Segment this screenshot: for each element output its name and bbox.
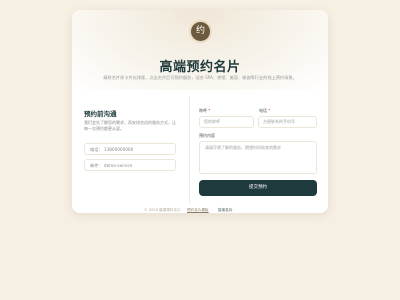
name-label: 称呼 * bbox=[199, 108, 210, 114]
email-info[interactable]: 邮件： demo-service bbox=[84, 159, 176, 171]
email-info-value: demo-service bbox=[103, 163, 133, 168]
name-label-text: 称呼 bbox=[199, 108, 207, 113]
phone-info[interactable]: 电话： 13800000000 bbox=[84, 143, 176, 155]
footer-template-link[interactable]: 预约名片模板 bbox=[187, 208, 209, 213]
contact-description: 我们会先了解您的需求，再安排合适的服务方式，让每一次预约都更从容。 bbox=[84, 120, 176, 131]
contact-title: 预约前沟通 bbox=[84, 110, 117, 118]
message-label: 预约内容 bbox=[199, 133, 215, 138]
submit-button[interactable]: 提交预约 bbox=[199, 180, 317, 196]
phone-label-text: 电话 bbox=[259, 108, 267, 113]
name-required-mark: * bbox=[208, 108, 211, 113]
email-info-label: 邮件 bbox=[90, 163, 99, 168]
brand-logo: 约 bbox=[191, 22, 210, 41]
footer-tech-brand[interactable]: 智能名片 bbox=[218, 208, 232, 213]
phone-label: 电话 * bbox=[259, 108, 270, 114]
phone-input[interactable]: 方便联系的手机号 bbox=[258, 116, 317, 128]
page-title: 高端预约名片 bbox=[159, 60, 241, 75]
page-subtitle: 精致名片样卡片化排版，点击名片后可预约服务，适合 SPA、茶馆、美容、瑜伽等行业… bbox=[103, 75, 297, 80]
booking-card: 约 高端预约名片 精致名片样卡片化排版，点击名片后可预约服务，适合 SPA、茶馆… bbox=[72, 10, 328, 213]
section-divider bbox=[189, 96, 190, 203]
message-textarea[interactable]: 请填写想了解的服务、期望时间和其他需求 bbox=[199, 141, 317, 174]
phone-info-value: 13800000000 bbox=[103, 147, 134, 152]
footer: © 2026 高端预约名片 预约名片模板 技术支持： 智能名片 bbox=[72, 208, 328, 213]
name-input[interactable]: 您的称呼 bbox=[199, 116, 254, 128]
phone-info-label: 电话 bbox=[90, 147, 99, 152]
phone-required-mark: * bbox=[268, 108, 271, 113]
card-header: 约 高端预约名片 精致名片样卡片化排版，点击名片后可预约服务，适合 SPA、茶馆… bbox=[72, 10, 328, 90]
footer-copyright: © 2026 高端预约名片 bbox=[144, 208, 181, 212]
